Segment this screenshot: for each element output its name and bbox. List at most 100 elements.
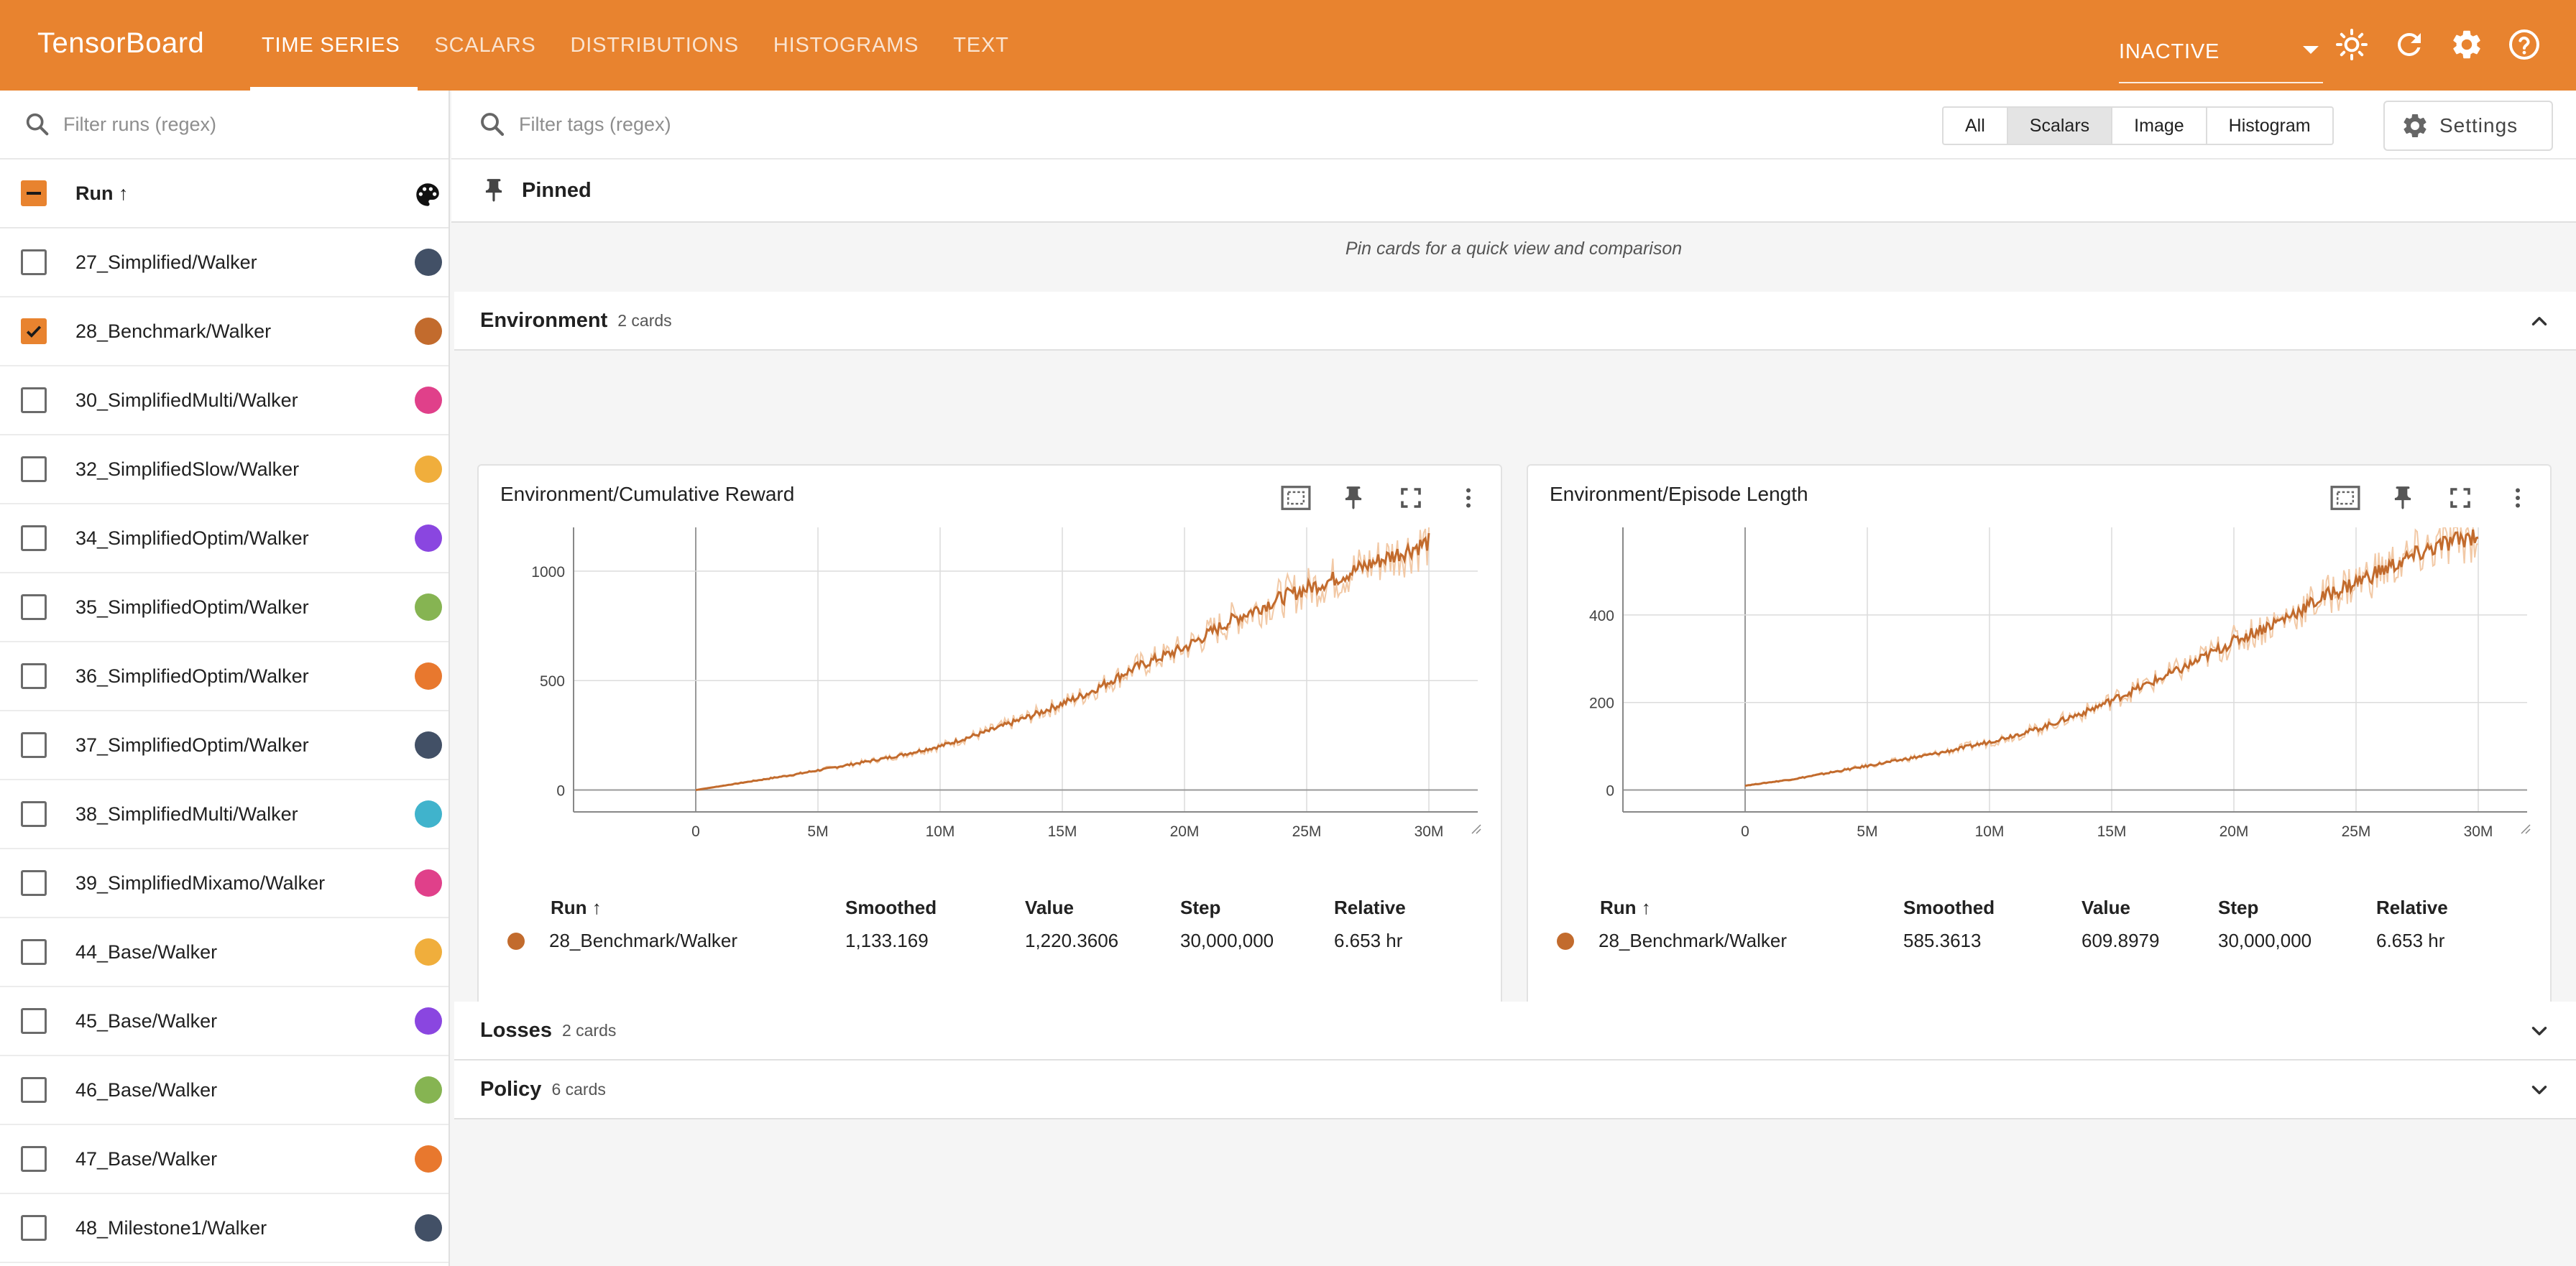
run-name: 47_Base/Walker: [75, 1147, 218, 1170]
x-tick-label: 10M: [926, 823, 955, 840]
select-all-checkbox[interactable]: [21, 180, 47, 206]
palette-icon[interactable]: [413, 180, 443, 210]
run-checkbox[interactable]: [21, 1077, 47, 1103]
run-color-swatch[interactable]: [415, 1076, 442, 1104]
run-color-swatch[interactable]: [415, 800, 442, 828]
pin-icon: [485, 179, 502, 202]
run-checkbox[interactable]: [21, 663, 47, 689]
more-vert-icon: [1466, 488, 1471, 508]
group-policy[interactable]: Policy 6 cards: [454, 1061, 2576, 1119]
filter-all-button[interactable]: All: [1944, 108, 2008, 144]
run-column-header[interactable]: Run ↑: [75, 182, 129, 205]
col-run[interactable]: Run ↑: [551, 897, 602, 919]
plugin-select[interactable]: INACTIVE: [2119, 22, 2323, 83]
tab-distributions[interactable]: DISTRIBUTIONS: [553, 0, 756, 91]
run-row[interactable]: 45_Base/Walker: [0, 987, 448, 1056]
card-menu-button[interactable]: [2500, 480, 2536, 516]
run-color-swatch[interactable]: [415, 387, 442, 414]
chevron-up-icon[interactable]: [2527, 309, 2552, 333]
tab-scalars[interactable]: SCALARS: [418, 0, 553, 91]
run-checkbox[interactable]: [21, 594, 47, 620]
x-tick-label: 15M: [2097, 823, 2127, 840]
help-icon[interactable]: [2507, 27, 2542, 62]
run-color-swatch[interactable]: [415, 525, 442, 552]
app-brand[interactable]: TensorBoard: [37, 27, 204, 60]
x-tick-label: 0: [1741, 823, 1749, 840]
fit-domain-button[interactable]: [1278, 480, 1314, 516]
run-color-swatch[interactable]: [415, 869, 442, 897]
cell-relative: 6.653 hr: [2376, 930, 2445, 951]
run-row[interactable]: 28_Benchmark/Walker: [0, 297, 448, 366]
run-row[interactable]: 32_SimplifiedSlow/Walker: [0, 435, 448, 504]
run-row[interactable]: 44_Base/Walker: [0, 918, 448, 987]
settings-button[interactable]: Settings: [2383, 101, 2553, 151]
run-checkbox[interactable]: [21, 870, 47, 896]
filter-scalars-button[interactable]: Scalars: [2007, 108, 2113, 144]
card-menu-button[interactable]: [1450, 480, 1486, 516]
run-row[interactable]: 36_SimplifiedOptim/Walker: [0, 642, 448, 711]
run-checkbox[interactable]: [21, 1146, 47, 1172]
chart-resize-icon: [2521, 824, 2531, 834]
fullscreen-button[interactable]: [1393, 480, 1429, 516]
run-color-swatch[interactable]: [415, 456, 442, 483]
run-checkbox[interactable]: [21, 456, 47, 482]
run-checkbox[interactable]: [21, 939, 47, 965]
run-color-swatch[interactable]: [415, 662, 442, 690]
tag-filter-input[interactable]: Filter tags (regex): [519, 114, 671, 136]
run-color-swatch[interactable]: [415, 1145, 442, 1173]
pin-card-button[interactable]: [1335, 480, 1371, 516]
chevron-down-icon[interactable]: [2527, 1078, 2552, 1102]
run-row[interactable]: 37_SimplifiedOptim/Walker: [0, 711, 448, 780]
run-checkbox[interactable]: [21, 1215, 47, 1241]
run-checkbox[interactable]: [21, 387, 47, 413]
gear-icon[interactable]: [2450, 27, 2484, 62]
pin-card-button[interactable]: [2385, 480, 2421, 516]
run-filter[interactable]: Filter runs (regex): [0, 91, 448, 160]
run-name: 46_Base/Walker: [75, 1078, 218, 1101]
run-row[interactable]: 38_SimplifiedMulti/Walker: [0, 780, 448, 849]
run-color-swatch[interactable]: [415, 593, 442, 621]
fullscreen-button[interactable]: [2442, 480, 2478, 516]
filter-image-button[interactable]: Image: [2112, 108, 2207, 144]
group-environment[interactable]: Environment 2 cards: [454, 292, 2576, 351]
run-color-swatch[interactable]: [415, 938, 442, 966]
run-row[interactable]: 48_Milestone1/Walker: [0, 1194, 448, 1263]
line-chart[interactable]: 0 5M 10M 15M 20M 25M 30M 0 500 1000: [479, 527, 1504, 887]
run-checkbox[interactable]: [21, 801, 47, 827]
brightness-icon[interactable]: [2334, 27, 2369, 62]
run-row[interactable]: 46_Base/Walker: [0, 1056, 448, 1125]
group-losses[interactable]: Losses 2 cards: [454, 1002, 2576, 1061]
run-checkbox[interactable]: [21, 318, 47, 344]
chevron-down-icon[interactable]: [2527, 1019, 2552, 1043]
run-row[interactable]: 39_SimplifiedMixamo/Walker: [0, 849, 448, 918]
col-run[interactable]: Run ↑: [1600, 897, 1651, 919]
y-tick-label: 1000: [531, 564, 565, 581]
run-checkbox[interactable]: [21, 732, 47, 758]
run-color-swatch[interactable]: [415, 731, 442, 759]
run-row[interactable]: 47_Base/Walker: [0, 1125, 448, 1194]
run-filter-input[interactable]: Filter runs (regex): [63, 114, 216, 136]
x-tick-label: 30M: [1414, 823, 1444, 840]
run-row[interactable]: 27_Simplified/Walker: [0, 228, 448, 297]
run-color-swatch[interactable]: [415, 318, 442, 345]
y-tick-label: 0: [1606, 783, 1614, 800]
tab-text[interactable]: TEXT: [936, 0, 1026, 91]
run-row[interactable]: 30_SimplifiedMulti/Walker: [0, 366, 448, 435]
run-row[interactable]: 35_SimplifiedOptim/Walker: [0, 573, 448, 642]
run-color-swatch[interactable]: [415, 249, 442, 276]
card-title: Environment/Cumulative Reward: [500, 483, 795, 505]
tab-histograms[interactable]: HISTOGRAMS: [756, 0, 936, 91]
refresh-icon[interactable]: [2392, 27, 2426, 62]
line-chart[interactable]: 0 5M 10M 15M 20M 25M 30M 0 200 400: [1528, 527, 2553, 887]
runs-table-header: Run ↑: [0, 160, 448, 228]
run-color-swatch[interactable]: [415, 1007, 442, 1035]
run-checkbox[interactable]: [21, 1008, 47, 1034]
run-checkbox[interactable]: [21, 525, 47, 551]
run-color-swatch[interactable]: [415, 1214, 442, 1242]
tab-time-series[interactable]: TIME SERIES: [244, 0, 418, 91]
run-name: 38_SimplifiedMulti/Walker: [75, 803, 298, 825]
run-row[interactable]: 34_SimplifiedOptim/Walker: [0, 504, 448, 573]
run-checkbox[interactable]: [21, 249, 47, 275]
filter-histogram-button[interactable]: Histogram: [2207, 108, 2332, 144]
fit-domain-button[interactable]: [2327, 480, 2363, 516]
